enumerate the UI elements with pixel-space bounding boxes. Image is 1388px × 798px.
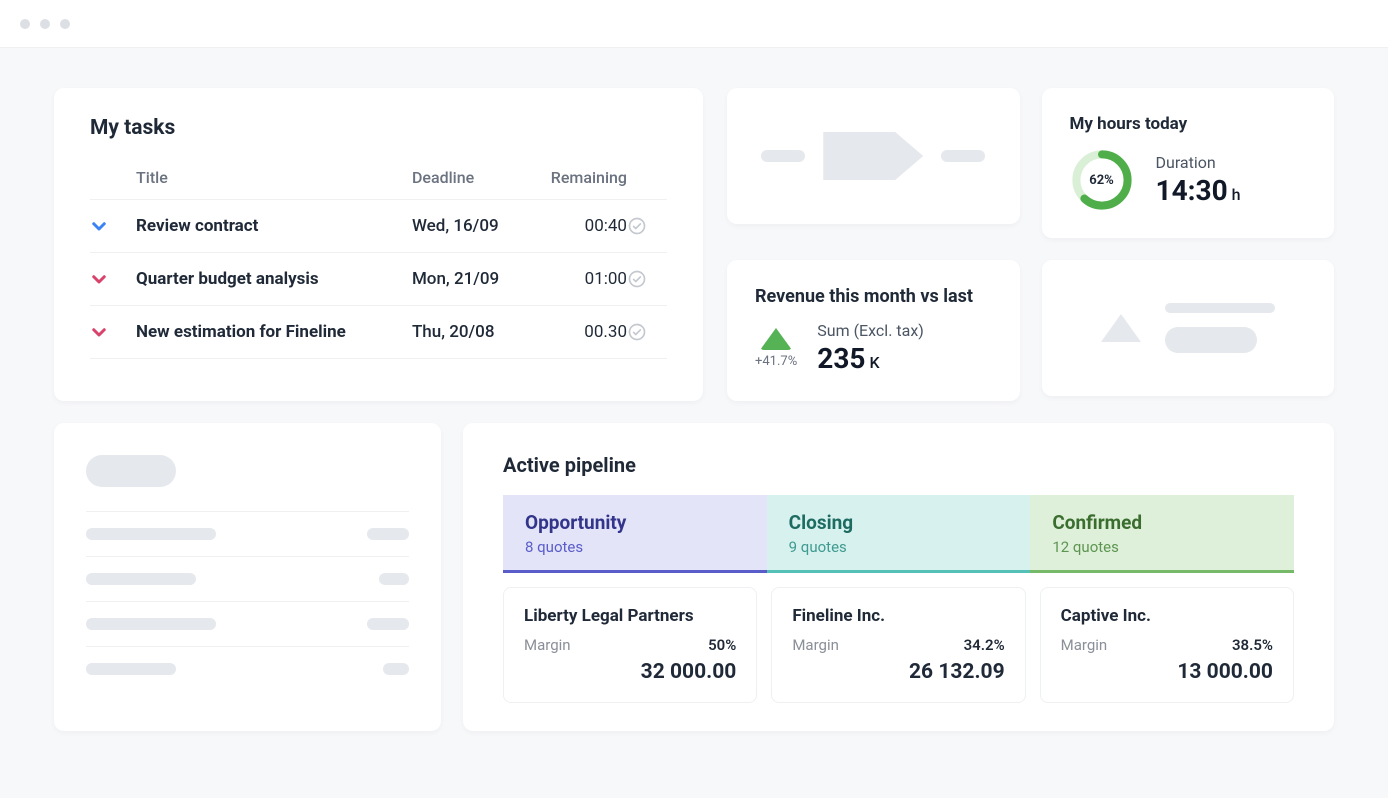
skeleton-card [727, 88, 1020, 224]
pipeline-stage-closing[interactable]: Closing 9 quotes [767, 495, 1031, 573]
col-remaining: Remaining [527, 158, 667, 200]
margin-value: 34.2% [964, 636, 1005, 654]
task-title: New estimation for Fineline [136, 306, 412, 359]
stage-name: Closing [789, 511, 1009, 534]
skeleton-row [86, 511, 409, 556]
pipeline-stage-confirmed[interactable]: Confirmed 12 quotes [1030, 495, 1294, 573]
stage-sub: 8 quotes [525, 538, 745, 556]
metric-value: 235K [817, 342, 924, 375]
hours-title: My hours today [1070, 114, 1307, 134]
duration-label: Duration [1156, 153, 1241, 172]
progress-donut: 62% [1070, 148, 1134, 212]
col-title: Title [90, 158, 412, 200]
triangle-icon [1101, 314, 1141, 342]
check-circle-icon[interactable] [627, 216, 667, 236]
window-dot [40, 19, 50, 29]
stage-name: Confirmed [1052, 511, 1272, 534]
stage-name: Opportunity [525, 511, 745, 534]
pipeline-title: Active pipeline [503, 453, 1294, 477]
skeleton-pill [761, 150, 805, 162]
task-deadline: Mon, 21/09 [412, 253, 527, 306]
skeleton-list-card [54, 423, 441, 731]
window-chrome [0, 0, 1388, 48]
revenue-card: Revenue this month vs last +41.7% Sum (E… [727, 260, 1020, 401]
trend-indicator: +41.7% [755, 328, 797, 369]
window-dot [60, 19, 70, 29]
duration-value: 14:30h [1156, 174, 1241, 207]
trend-up-icon [760, 328, 792, 350]
stage-sub: 9 quotes [789, 538, 1009, 556]
skeleton-line [1165, 303, 1275, 313]
trend-pct: +41.7% [755, 354, 797, 369]
pipeline-card: Active pipeline Opportunity 8 quotes Closi… [463, 423, 1334, 731]
skeleton-pill [941, 150, 985, 162]
tasks-card: My tasks Title Deadline Remaining Review… [54, 88, 703, 401]
task-remaining: 00.30 [527, 306, 627, 359]
tasks-title: My tasks [90, 116, 667, 140]
deal-card[interactable]: Liberty Legal Partners Margin 50% 32 000.00 [503, 587, 757, 703]
task-title: Review contract [136, 200, 412, 253]
skeleton-line [1165, 327, 1257, 353]
table-row[interactable]: New estimation for FinelineThu, 20/0800.… [90, 306, 667, 359]
metric-label: Sum (Excl. tax) [817, 321, 924, 340]
revenue-title: Revenue this month vs last [755, 286, 992, 307]
deal-company: Captive Inc. [1061, 606, 1273, 626]
skeleton-row [86, 601, 409, 646]
skeleton-header [86, 455, 176, 487]
margin-label: Margin [524, 636, 571, 654]
table-row[interactable]: Quarter budget analysisMon, 21/0901:00 [90, 253, 667, 306]
hours-card: My hours today 62% Duration 14:30h [1042, 88, 1335, 238]
deal-card[interactable]: Fineline Inc. Margin 34.2% 26 132.09 [771, 587, 1025, 703]
tasks-table: Title Deadline Remaining Review contract… [90, 158, 667, 359]
table-row[interactable]: Review contractWed, 16/0900:40 [90, 200, 667, 253]
task-deadline: Thu, 20/08 [412, 306, 527, 359]
progress-pct: 62% [1070, 148, 1134, 212]
margin-value: 38.5% [1232, 636, 1273, 654]
chevron-down-icon [90, 270, 136, 288]
pipeline-stage-opportunity[interactable]: Opportunity 8 quotes [503, 495, 767, 573]
window-dot [20, 19, 30, 29]
task-remaining: 00:40 [527, 200, 627, 253]
dashboard: My tasks Title Deadline Remaining Review… [0, 48, 1388, 731]
skeleton-card [1042, 260, 1335, 396]
margin-value: 50% [708, 636, 736, 654]
col-deadline: Deadline [412, 158, 527, 200]
deal-card[interactable]: Captive Inc. Margin 38.5% 13 000.00 [1040, 587, 1294, 703]
chevron-down-icon [90, 323, 136, 341]
deal-company: Fineline Inc. [792, 606, 1004, 626]
arrow-shape-icon [823, 132, 923, 180]
check-circle-icon[interactable] [627, 322, 667, 342]
skeleton-row [86, 646, 409, 691]
stage-sub: 12 quotes [1052, 538, 1272, 556]
margin-label: Margin [792, 636, 839, 654]
deal-company: Liberty Legal Partners [524, 606, 736, 626]
skeleton-row [86, 556, 409, 601]
deal-amount: 13 000.00 [1061, 660, 1273, 684]
task-deadline: Wed, 16/09 [412, 200, 527, 253]
right-column: My hours today 62% Duration 14:30h [727, 88, 1334, 401]
chevron-down-icon [90, 217, 136, 235]
margin-label: Margin [1061, 636, 1108, 654]
task-remaining: 01:00 [527, 253, 627, 306]
deal-amount: 26 132.09 [792, 660, 1004, 684]
deal-amount: 32 000.00 [524, 660, 736, 684]
check-circle-icon[interactable] [627, 269, 667, 289]
task-title: Quarter budget analysis [136, 253, 412, 306]
